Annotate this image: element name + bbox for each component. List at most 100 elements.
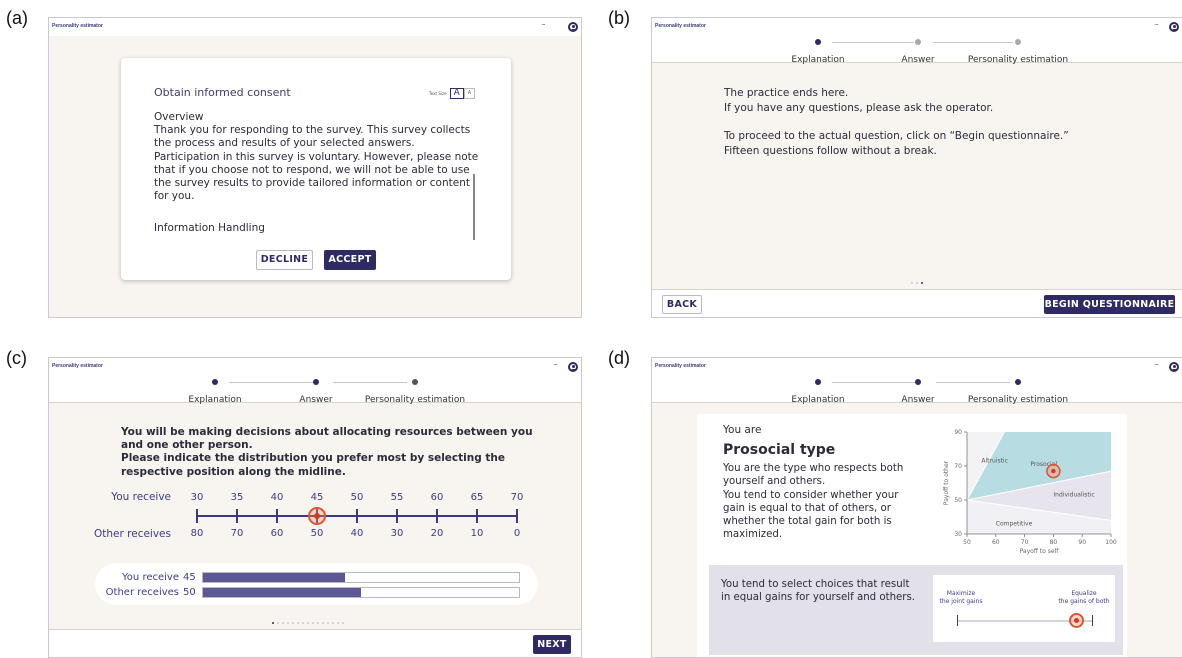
scale-tick[interactable] [476,509,478,523]
message-line: The practice ends here. [724,87,849,99]
instruction-line: and one other person. [121,439,253,452]
step-done-icon [915,379,921,385]
consent-title: Obtain informed consent [154,86,291,99]
page-dot [302,622,304,624]
progress-stepper: Explanation Answer Personality estimatio… [652,376,1182,406]
slider-right-label: Equalize the gains of both [1053,590,1115,606]
slider-label-line: the gains of both [1058,598,1110,605]
you-are-label: You are [723,424,762,436]
personality-description: You are the type who respects both yours… [723,462,903,542]
you-receive-value: 30 [190,492,204,503]
message-line: If you have any questions, please ask th… [724,101,994,114]
scale-tick[interactable] [436,509,438,523]
scale-tick[interactable] [356,509,358,523]
x-tick-label: 100 [1105,539,1117,546]
consent-scrollbar[interactable] [473,174,475,240]
step-label: Explanation [188,395,242,405]
app-title: Personality estimator [655,363,706,369]
scale-tick[interactable] [276,509,278,523]
result-card: You are Prosocial type You are the type … [697,414,1127,657]
bottom-navigation: NEXT [49,629,581,657]
slider-label-line: Maximize [946,590,976,597]
other-receives-value: 70 [230,528,244,539]
tendency-text: You tend to select choices that result i… [721,578,915,604]
slider-label-line: the joint gains [939,598,983,605]
next-button[interactable]: NEXT [533,635,571,654]
consent-body-line: that if you choose not to respond, we wi… [154,163,470,176]
overview-heading: Overview [154,111,204,123]
other-receives-value: 40 [350,528,364,539]
consent-body-line: for you. [154,190,195,203]
social-value-orientation-chart: 50 60 70 80 90 10030507090Payoff to selfPayof… [943,429,1117,555]
accept-button[interactable]: ACCEPT [324,250,376,270]
page-dot [327,622,329,624]
summary-you-value: 45 [183,572,196,583]
step-estimation: Personality estimation [958,379,1078,406]
allocation-summary: You receive 45 Other receives 50 [95,563,538,605]
user-account-icon[interactable] [568,22,578,32]
you-receive-value: 40 [270,492,284,503]
x-tick-label: 50 [963,539,971,546]
tendency-line: You tend to select choices that result [721,579,910,590]
user-account-icon[interactable] [568,362,578,372]
slider-left-tick [957,615,958,626]
you-receive-row-label: You receive [111,491,171,503]
decline-button[interactable]: DECLINE [256,250,313,270]
description-line: gain is equal to that of others, or [723,502,891,514]
step-label: Personality estimation [967,55,1069,65]
page-dot [282,622,284,624]
step-label: Answer [901,395,935,405]
y-tick-label: 70 [954,463,962,470]
you-receive-value: 65 [470,492,484,503]
description-line: yourself and others. [723,476,826,488]
page-dot [322,622,324,624]
you-receive-value: 70 [510,492,524,503]
page-dot [332,622,334,624]
user-account-icon[interactable] [1169,22,1179,32]
x-tick-label: 60 [992,539,1000,546]
user-account-icon[interactable] [1169,362,1179,372]
page-dot [916,282,918,284]
progress-stepper: Explanation Answer Personality estimatio… [652,36,1182,65]
page-dot [337,622,339,624]
you-receive-value: 50 [350,492,364,503]
app-header: Personality estimator ··· [652,18,1182,36]
description-line: You are the type who respects both [723,463,904,474]
more-menu-icon[interactable]: ··· [1154,361,1159,369]
page-dot [297,622,299,624]
summary-you-bar-fill [203,573,346,582]
more-menu-icon[interactable]: ··· [553,361,558,369]
step-label: Explanation [791,395,845,405]
app-title: Personality estimator [52,23,103,29]
scale-tick[interactable] [396,509,398,523]
message-line: To proceed to the actual question, click… [724,130,1069,142]
other-receives-value: 0 [513,528,521,539]
scale-tick[interactable] [236,509,238,523]
other-receives-value: 10 [470,528,484,539]
progress-stepper: Explanation Answer Personality estimatio… [49,376,581,405]
step-pending-icon [915,39,921,45]
scale-tick[interactable] [196,509,198,523]
x-axis-label: Payoff to self [1020,548,1060,555]
you-receive-value: 55 [390,492,404,503]
summary-other-bar-fill [203,588,361,597]
description-line: whether the total gain for both is [723,516,892,528]
scale-tick[interactable] [516,509,518,523]
y-tick-label: 30 [954,531,962,538]
summary-other-label: Other receives [105,587,179,598]
you-receive-value: 60 [430,492,444,503]
you-receive-value: 45 [310,492,324,503]
other-receives-value: 60 [270,528,284,539]
app-header: Personality estimator ··· [49,18,581,36]
practice-end-message: The practice ends here. If you have any … [724,86,1069,158]
page-dot [292,622,294,624]
back-button[interactable]: BACK [662,295,702,314]
selected-allocation-marker[interactable] [308,507,326,525]
more-menu-icon[interactable]: ··· [541,21,546,29]
text-size-large-button[interactable]: A [449,88,464,99]
summary-other-value: 50 [183,587,196,598]
text-size-small-button[interactable]: A [463,88,476,99]
more-menu-icon[interactable]: ··· [1154,21,1159,29]
personality-type-title: Prosocial type [723,442,836,458]
begin-questionnaire-button[interactable]: BEGIN QUESTIONNAIRE [1044,295,1175,314]
